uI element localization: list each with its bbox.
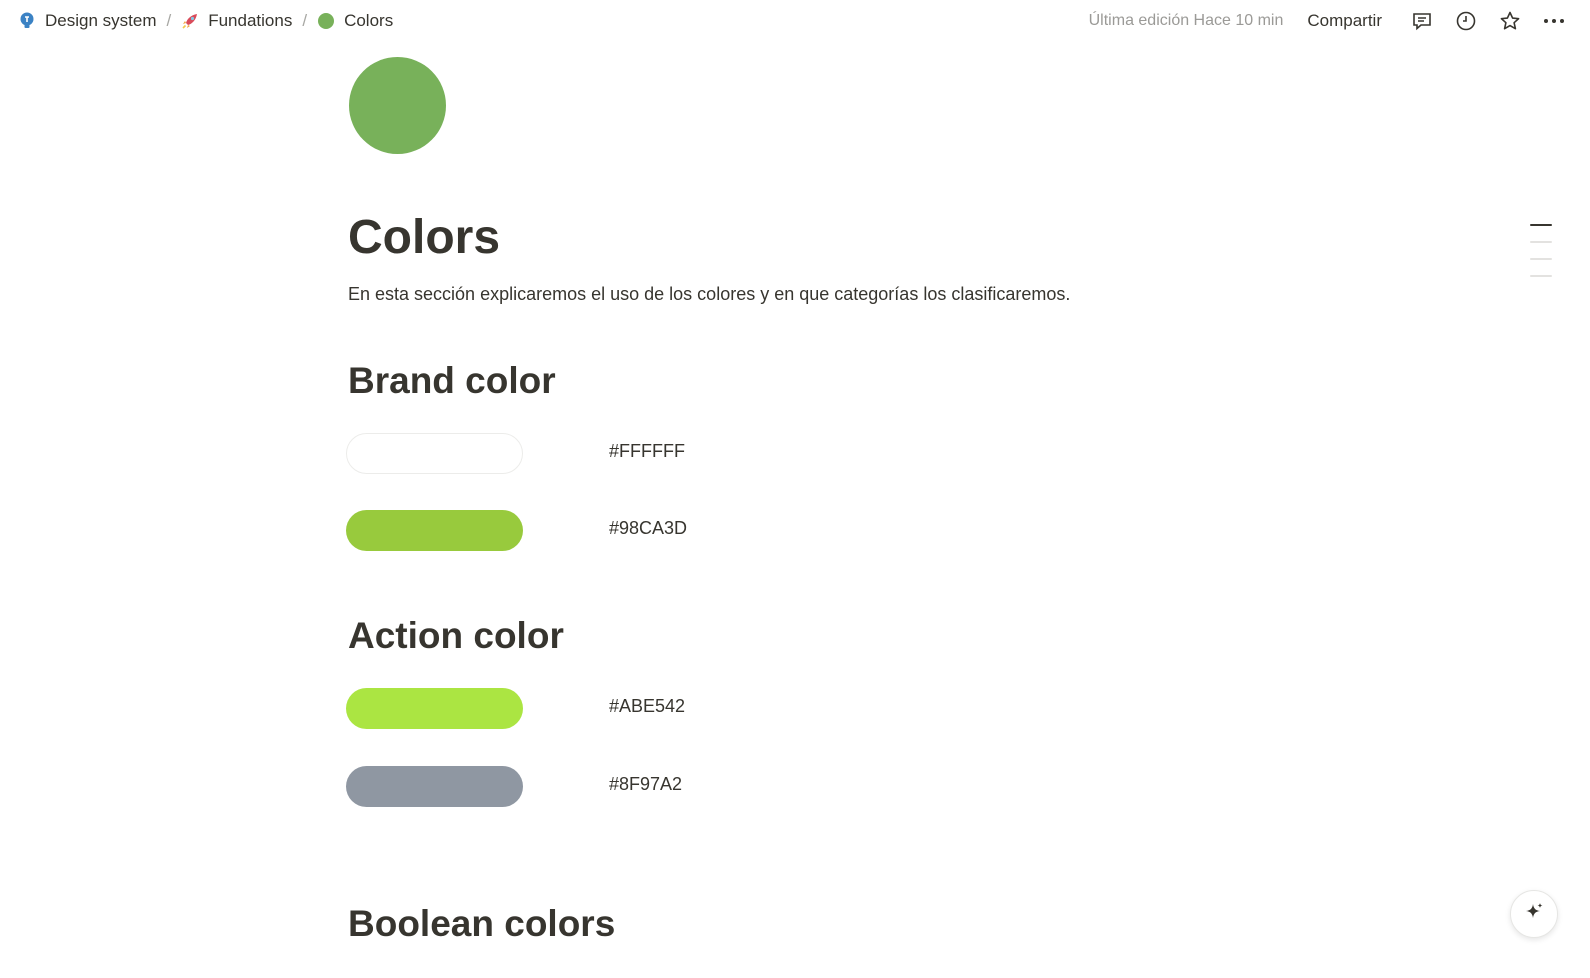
color-hex-label[interactable]: #ABE542 — [609, 694, 685, 718]
topbar-actions: Última edición Hace 10 min Compartir — [1089, 6, 1576, 36]
more-icon[interactable] — [1532, 6, 1576, 36]
toc-line[interactable] — [1530, 224, 1552, 226]
comment-icon[interactable] — [1400, 6, 1444, 36]
sparkle-icon — [1523, 901, 1545, 928]
breadcrumb-separator: / — [166, 11, 172, 30]
share-button[interactable]: Compartir — [1307, 11, 1382, 31]
rocket-icon — [181, 12, 199, 30]
heading-brand-color[interactable]: Brand color — [348, 359, 556, 403]
breadcrumb-label: Colors — [344, 11, 394, 30]
breadcrumb-label: Design system — [45, 11, 157, 30]
last-edited-text: Última edición Hace 10 min — [1088, 12, 1284, 29]
top-bar: Design system / Fundations / Colors Últi… — [0, 0, 1590, 42]
color-hex-label[interactable]: #FFFFFF — [609, 439, 685, 463]
color-swatch-action-2 — [346, 766, 523, 807]
breadcrumb-separator: / — [302, 11, 308, 30]
toc-line[interactable] — [1530, 275, 1552, 277]
color-swatch-brand-1 — [346, 433, 523, 474]
ai-assistant-button[interactable] — [1510, 890, 1558, 938]
page-title[interactable]: Colors — [348, 210, 500, 266]
breadcrumb-item-design-system[interactable]: Design system — [14, 11, 160, 31]
page-description[interactable]: En esta sección explicaremos el uso de l… — [348, 282, 1070, 306]
breadcrumb-item-fundations[interactable]: Fundations — [177, 11, 296, 31]
table-of-contents[interactable] — [1530, 224, 1552, 292]
page-icon-green-circle[interactable] — [349, 57, 446, 154]
toc-line[interactable] — [1530, 258, 1552, 260]
heading-action-color[interactable]: Action color — [348, 614, 564, 658]
toc-line[interactable] — [1530, 241, 1552, 243]
lightbulb-icon — [18, 12, 36, 30]
color-hex-label[interactable]: #98CA3D — [609, 516, 687, 540]
heading-boolean-colors[interactable]: Boolean colors — [348, 902, 615, 946]
green-circle-icon — [317, 12, 335, 30]
breadcrumb-item-colors[interactable]: Colors — [313, 11, 397, 31]
history-clock-icon[interactable] — [1444, 6, 1488, 36]
color-swatch-action-1 — [346, 688, 523, 729]
color-swatch-brand-2 — [346, 510, 523, 551]
breadcrumb: Design system / Fundations / Colors — [14, 11, 397, 31]
color-hex-label[interactable]: #8F97A2 — [609, 772, 682, 796]
breadcrumb-label: Fundations — [208, 11, 293, 30]
favorite-star-icon[interactable] — [1488, 6, 1532, 36]
